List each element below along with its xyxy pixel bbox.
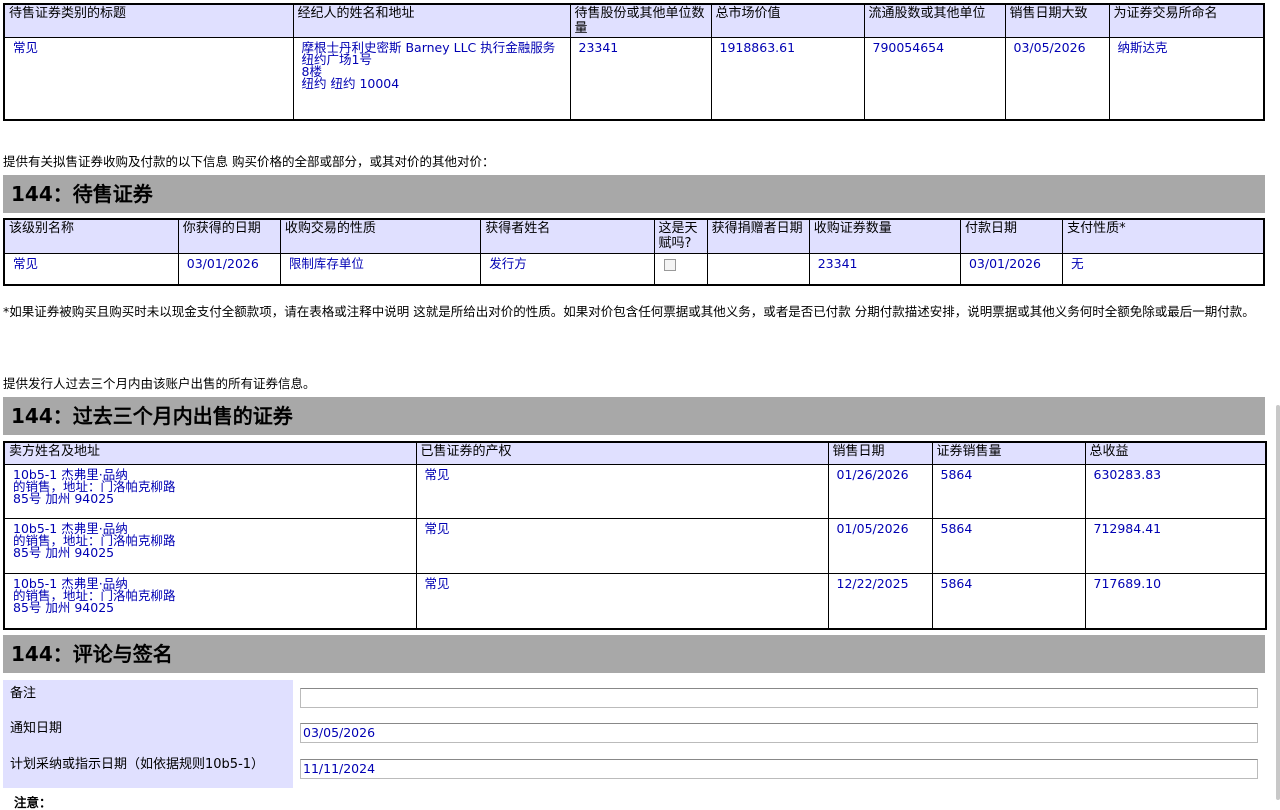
notice-date-label: 通知日期: [3, 715, 293, 752]
acquisition-table: 该级别名称 你获得的日期 收购交易的性质 获得者姓名 这是天赋吗? 获得捐赠者日…: [3, 218, 1265, 286]
acquisition-intro: 提供有关拟售证券收购及付款的以下信息 购买价格的全部或部分，或其对价的其他对价：: [3, 154, 495, 169]
notice-date-input[interactable]: 03/05/2026: [300, 723, 1258, 743]
col-date-acquired: 你获得的日期: [177, 218, 281, 254]
col-exchange: 为证券交易所命名: [1108, 3, 1265, 38]
cell-quantity-sold: 5864: [931, 464, 1086, 519]
cell-outstanding: 790054654: [863, 37, 1006, 120]
plan-date-label: 计划采纳或指示日期（如依据规则10b5-1）: [3, 751, 293, 788]
gift-checkbox[interactable]: [663, 258, 676, 271]
col-payment-nature: 支付性质*: [1062, 218, 1265, 254]
col-donor-date: 获得捐赠者日期: [706, 218, 810, 254]
notice-date-row: 通知日期 03/05/2026: [3, 715, 1265, 752]
col-security-class: 待售证券类别的标题: [3, 3, 294, 38]
col-title-sold: 已售证券的产权: [415, 441, 829, 465]
cell-gross-proceeds: 712984.41: [1084, 518, 1267, 574]
cell-payment-date: 03/01/2026: [959, 252, 1064, 286]
vertical-scrollbar[interactable]: [1276, 405, 1280, 800]
col-units-to-sell: 待售股份或其他单位数量: [569, 3, 712, 38]
col-market-value: 总市场价值: [710, 3, 865, 38]
cell-seller: 10b5-1 杰弗里·品纳 的销售，地址：门洛帕克柳路 85号 加州 94025: [3, 464, 417, 519]
cell-acquirer-name: 发行方: [480, 252, 655, 286]
col-amount-acquired: 收购证券数量: [808, 218, 961, 254]
table-header-row: 该级别名称 你获得的日期 收购交易的性质 获得者姓名 这是天赋吗? 获得捐赠者日…: [3, 218, 1265, 254]
cell-date-acquired: 03/01/2026: [177, 252, 281, 286]
cell-amount-acquired: 23341: [808, 252, 961, 286]
col-seller: 卖方姓名及地址: [3, 441, 417, 465]
section-header-remarks-signature: 144：评论与签名: [3, 635, 1265, 673]
table-row: 常见 03/01/2026 限制库存单位 发行方 23341 03/01/202…: [3, 252, 1265, 286]
cell-is-gift: [653, 252, 708, 286]
cell-class-name: 常见: [3, 252, 179, 286]
cell-title-sold: 常见: [415, 464, 829, 519]
cell-security-class: 常见: [3, 37, 294, 120]
cell-sale-date: 01/26/2026: [827, 464, 933, 519]
cell-quantity-sold: 5864: [931, 573, 1086, 629]
table-row: 10b5-1 杰弗里·品纳 的销售，地址：门洛帕克柳路 85号 加州 94025…: [3, 573, 1267, 629]
col-is-gift: 这是天赋吗?: [653, 218, 708, 254]
remarks-label: 备注: [3, 680, 293, 717]
cell-sale-date: 12/22/2025: [827, 573, 933, 629]
remarks-row: 备注: [3, 680, 1265, 717]
cell-donor-date: [706, 252, 810, 286]
table-row: 常见 摩根士丹利史密斯 Barney LLC 执行金融服务 纽约广场1号 8楼 …: [3, 37, 1265, 120]
col-sale-date: 销售日期大致: [1004, 3, 1110, 38]
payment-footnote: *如果证券被购买且购买时未以现金支付全额款项，请在表格或注释中说明 这就是所给出…: [3, 304, 1255, 319]
cell-sale-date: 03/05/2026: [1004, 37, 1110, 120]
cell-quantity-sold: 5864: [931, 518, 1086, 574]
cell-nature-acquisition: 限制库存单位: [279, 252, 482, 286]
col-acquirer-name: 获得者姓名: [480, 218, 655, 254]
cell-broker: 摩根士丹利史密斯 Barney LLC 执行金融服务 纽约广场1号 8楼 纽约 …: [292, 37, 571, 120]
section-header-securities-to-sell: 144：待售证券: [3, 175, 1265, 213]
broker-line: 纽约 纽约 10004: [301, 76, 400, 91]
seller-line: 85号 加州 94025: [13, 545, 115, 560]
remarks-input[interactable]: [300, 688, 1258, 708]
col-gross-proceeds: 总收益: [1084, 441, 1267, 465]
cell-title-sold: 常见: [415, 573, 829, 629]
broker-line: 纽约广场1号: [301, 52, 372, 67]
past-sales-intro: 提供发行人过去三个月内由该账户出售的所有证券信息。: [3, 376, 316, 391]
col-payment-date: 付款日期: [959, 218, 1064, 254]
table-row: 10b5-1 杰弗里·品纳 的销售，地址：门洛帕克柳路 85号 加州 94025…: [3, 464, 1267, 519]
col-broker: 经纪人的姓名和地址: [292, 3, 571, 38]
cell-gross-proceeds: 630283.83: [1084, 464, 1267, 519]
plan-date-row: 计划采纳或指示日期（如依据规则10b5-1） 11/11/2024: [3, 751, 1265, 788]
col-sale-date: 销售日期: [827, 441, 933, 465]
plan-date-input[interactable]: 11/11/2024: [300, 759, 1258, 779]
cell-seller: 10b5-1 杰弗里·品纳 的销售，地址：门洛帕克柳路 85号 加州 94025: [3, 573, 417, 629]
cell-market-value: 1918863.61: [710, 37, 865, 120]
col-nature-acquisition: 收购交易的性质: [279, 218, 482, 254]
cell-payment-nature: 无: [1062, 252, 1265, 286]
cell-sale-date: 01/05/2026: [827, 518, 933, 574]
section-header-past-sales: 144：过去三个月内出售的证券: [3, 397, 1265, 435]
seller-line: 85号 加州 94025: [13, 600, 115, 615]
cell-seller: 10b5-1 杰弗里·品纳 的销售，地址：门洛帕克柳路 85号 加州 94025: [3, 518, 417, 574]
seller-line: 85号 加州 94025: [13, 491, 115, 506]
cell-title-sold: 常见: [415, 518, 829, 574]
securities-info-table: 待售证券类别的标题 经纪人的姓名和地址 待售股份或其他单位数量 总市场价值 流通…: [3, 3, 1265, 121]
col-quantity-sold: 证券销售量: [931, 441, 1086, 465]
table-row: 10b5-1 杰弗里·品纳 的销售，地址：门洛帕克柳路 85号 加州 94025…: [3, 518, 1267, 574]
table-header-row: 待售证券类别的标题 经纪人的姓名和地址 待售股份或其他单位数量 总市场价值 流通…: [3, 3, 1265, 38]
cell-units: 23341: [569, 37, 712, 120]
col-class-name: 该级别名称: [3, 218, 179, 254]
past-sales-table: 卖方姓名及地址 已售证券的产权 销售日期 证券销售量 总收益 10b5-1 杰弗…: [3, 441, 1267, 630]
cell-exchange: 纳斯达克: [1108, 37, 1265, 120]
table-header-row: 卖方姓名及地址 已售证券的产权 销售日期 证券销售量 总收益: [3, 441, 1267, 465]
col-outstanding: 流通股数或其他单位: [863, 3, 1006, 38]
cell-gross-proceeds: 717689.10: [1084, 573, 1267, 629]
